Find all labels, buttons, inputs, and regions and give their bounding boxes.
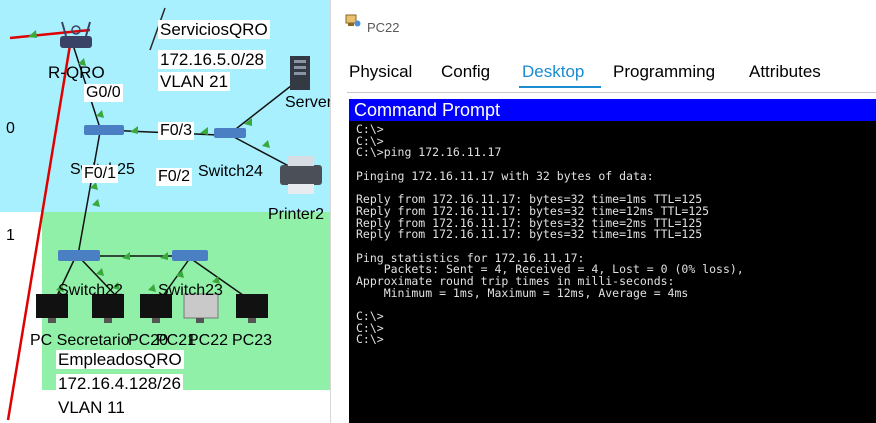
tab-config[interactable]: Config	[441, 62, 490, 82]
server-label[interactable]: Server	[285, 95, 330, 111]
server-icon	[290, 56, 310, 90]
switch23-label[interactable]: Switch23	[158, 283, 223, 299]
tab-programming[interactable]: Programming	[613, 62, 715, 82]
terminal-line: Minimum = 1ms, Maximum = 12ms, Average =…	[356, 285, 689, 300]
empleados-zone-vlan: VLAN 11	[56, 398, 127, 417]
servicios-zone-vlan: VLAN 21	[158, 72, 231, 91]
empleados-zone-name: EmpleadosQRO	[56, 350, 184, 369]
terminal-output: C:\> C:\> C:\>ping 172.16.11.17 Pinging 172…	[356, 122, 744, 347]
tab-desktop[interactable]: Desktop	[522, 62, 584, 82]
terminal-line: C:\>	[356, 122, 384, 136]
port-f0-1-label: F0/1	[82, 165, 119, 183]
port-g0-0-label: G0/0	[84, 84, 123, 102]
pc22-label[interactable]: PC22	[188, 333, 228, 349]
pc22-window[interactable]: PC22 Physical Config Desktop Programming…	[330, 0, 876, 423]
window-title: PC22	[367, 20, 400, 35]
tab-attributes[interactable]: Attributes	[749, 62, 821, 82]
window-titlebar[interactable]: PC22	[331, 0, 876, 40]
pc-app-icon	[345, 14, 361, 27]
terminal-line: C:\>	[356, 309, 384, 323]
port-f0-2-label: F0/2	[156, 168, 193, 186]
terminal-line: C:\>	[356, 332, 384, 347]
terminal-line: C:\>	[356, 320, 384, 335]
terminal-line: Reply from 172.16.11.17: bytes=32 time=1…	[356, 227, 703, 242]
port-f0-3-label: F0/3	[158, 122, 195, 140]
switch22-label[interactable]: Switch22	[58, 283, 123, 299]
switch-icons	[58, 125, 246, 261]
topology-canvas[interactable]: ServiciosQRO 172.16.5.0/28 VLAN 21 Emple…	[0, 0, 330, 423]
servicios-zone-name: ServiciosQRO	[158, 20, 270, 39]
terminal-line: C:\>ping 172.16.11.17	[356, 145, 502, 160]
tab-separator	[347, 92, 876, 93]
empleados-zone-network: 172.16.4.128/26	[56, 374, 183, 393]
printer-label[interactable]: Printer2	[268, 207, 324, 223]
terminal-area[interactable]: C:\> C:\> C:\>ping 172.16.11.17 Pinging 172…	[349, 121, 876, 423]
edge-mark-b: 1	[6, 227, 15, 244]
command-prompt-title: Command Prompt	[349, 99, 876, 121]
router-label[interactable]: R-QRO	[48, 64, 105, 81]
active-tab-indicator	[519, 86, 601, 88]
pc-secretario-label[interactable]: PC Secretario	[30, 333, 130, 349]
tab-physical[interactable]: Physical	[349, 62, 412, 82]
pc23-label[interactable]: PC23	[232, 333, 272, 349]
switch24-label[interactable]: Switch24	[198, 164, 263, 180]
servicios-zone-network: 172.16.5.0/28	[158, 50, 266, 69]
router-icon	[60, 21, 92, 48]
edge-mark-a: 0	[6, 120, 15, 137]
printer-icon	[280, 156, 322, 194]
terminal-line: Pinging 172.16.11.17 with 32 bytes of da…	[356, 168, 654, 183]
